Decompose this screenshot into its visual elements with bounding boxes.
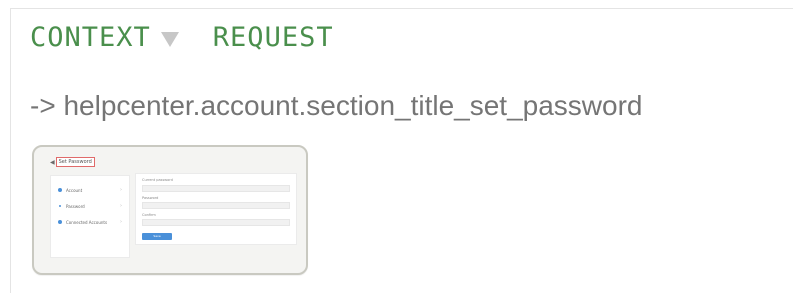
thumbnail-form: Current password Password Confirm Save — [135, 173, 297, 245]
thumbnail-field — [142, 219, 290, 226]
chevron-right-icon: › — [120, 187, 122, 193]
chevron-right-icon: › — [120, 203, 122, 209]
thumbnail-field — [142, 185, 290, 192]
tab-context[interactable]: CONTEXT — [30, 22, 151, 53]
thumbnail-sidebar-label: Connected Accounts — [66, 219, 108, 225]
back-arrow-icon: ◀ — [50, 158, 55, 166]
thumbnail-sidebar-item: Account › — [58, 186, 122, 194]
thumbnail-highlighted-title: Set Password — [55, 157, 95, 167]
context-request-header: CONTEXT REQUEST — [30, 20, 334, 54]
thumbnail-sidebar: Account › Password › Connected Accounts … — [50, 175, 130, 258]
thumbnail-sidebar-item: Connected Accounts › — [58, 218, 122, 226]
thumbnail-field-label: Current password — [142, 178, 173, 182]
translation-key: -> helpcenter.account.section_title_set_… — [30, 90, 643, 121]
context-panel: CONTEXT REQUEST -> helpcenter.account.se… — [10, 8, 793, 293]
thumbnail-field — [142, 202, 290, 209]
user-icon — [58, 188, 62, 192]
thumbnail-field-label: Confirm — [142, 213, 156, 217]
key-icon — [59, 205, 61, 207]
chevron-right-icon: › — [120, 219, 122, 225]
link-icon — [58, 220, 62, 224]
caret-down-icon[interactable] — [160, 31, 179, 47]
tab-request[interactable]: REQUEST — [213, 22, 334, 53]
screenshot-thumbnail[interactable]: ◀ Set Password Account › Password › Conn… — [32, 145, 308, 275]
thumbnail-sidebar-label: Account — [66, 187, 83, 193]
thumbnail-header: ◀ Set Password — [50, 157, 95, 167]
thumbnail-save-button: Save — [142, 233, 172, 240]
thumbnail-sidebar-item: Password › — [58, 202, 122, 210]
thumbnail-sidebar-label: Password — [66, 203, 85, 209]
thumbnail-field-label: Password — [142, 196, 159, 200]
